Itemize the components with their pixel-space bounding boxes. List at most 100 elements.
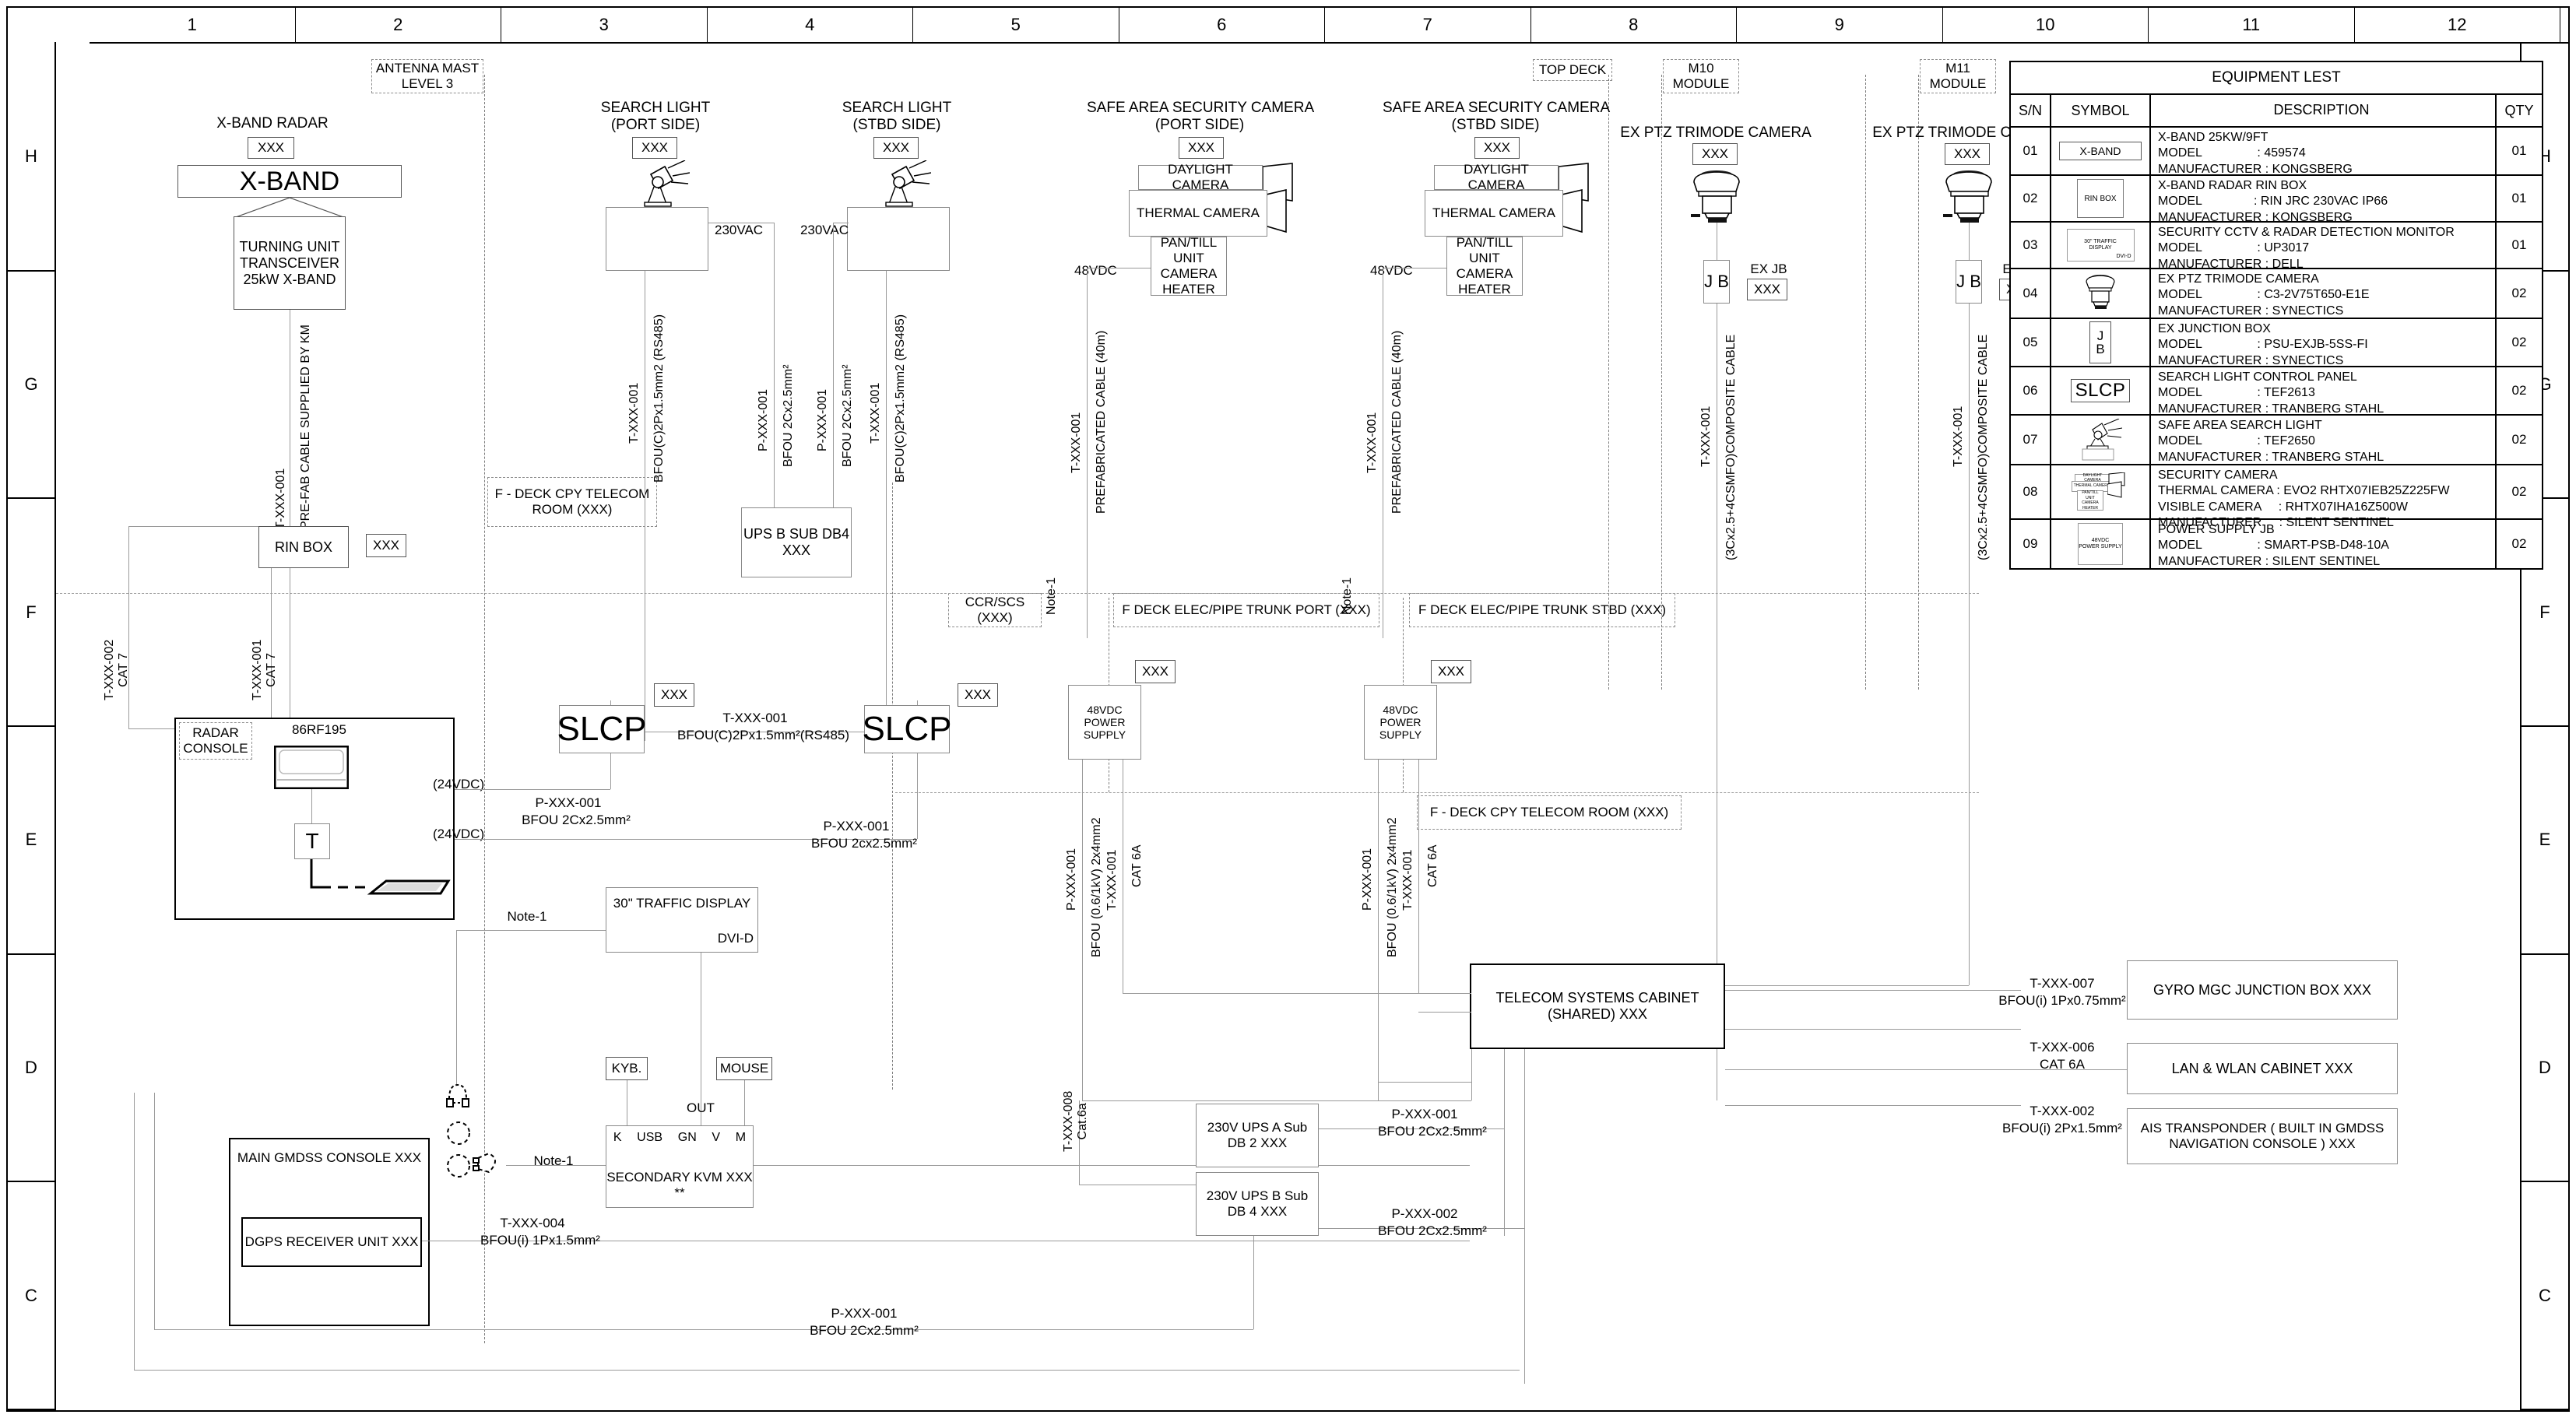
slcp-left-box[interactable]: SLCP [557,705,646,753]
search-light-stbd-tag[interactable]: XXX [873,137,919,159]
cable-t001-ptz-stbd: T-XXX-001 [1952,405,1965,467]
ptz-port-tag[interactable]: XXX [1692,143,1738,165]
kvm-port-m[interactable]: M [736,1131,746,1145]
turning-unit-box[interactable]: TURNING UNIT TRANSCEIVER 25kW X-BAND [234,216,346,310]
ups-a-box[interactable]: 230V UPS A Sub DB 2 XXX [1196,1104,1319,1167]
zone-m11-module: M11 MODULE [1920,59,1996,93]
monitor-symbol: 30" TRAFFIC DISPLAY DVI-D [2051,223,2151,268]
cable-t008: T-XXX-008 Cat.6a [1062,1090,1089,1152]
search-light-icon [644,160,690,207]
cable-bfou2x4-psu-port: BFOU (0.6/1kV) 2x4mm2 [1090,817,1103,957]
kvm-port-gn[interactable]: GN [678,1131,697,1145]
equipment-description-line: MANUFACTURER : SYNECTICS [2158,304,2344,318]
search-light-port-tag[interactable]: XXX [632,137,677,159]
cable-p001-psu-port: P-XXX-001 [1065,848,1078,911]
rin-box-tag[interactable]: XXX [366,534,406,557]
wire-cab-left-1 [1082,1100,1471,1101]
equipment-description-line: VISIBLE CAMERA : RHTX07IHA16Z500W [2158,500,2408,514]
ups-b-box[interactable]: 230V UPS B Sub DB 4 XXX [1196,1172,1319,1236]
dgps-receiver-box[interactable]: DGPS RECEIVER UNIT XXX [241,1217,422,1267]
safe-cam-stbd-tag[interactable]: XXX [1474,137,1520,159]
row-header-l-C: C [8,1182,54,1410]
ptz-stbd-tag[interactable]: XXX [1945,143,1990,165]
cable-bfou-upsa: BFOU 2Cx2.5mm² [1378,1124,1487,1139]
cable-p001-upsa: P-XXX-001 [1391,1107,1458,1121]
zone-m11-label: M11 MODULE [1929,60,1987,91]
equipment-description-line: MODEL : 459574 [2158,146,2306,160]
cable-t001-ptz-port: T-XXX-001 [1699,405,1713,467]
equipment-sn: 06 [2011,367,2051,414]
psu-stbd-box[interactable]: 48VDC POWER SUPPLY [1364,685,1437,760]
psu-stbd-tag[interactable]: XXX [1431,660,1471,683]
kyb-box[interactable]: KYB. [606,1057,648,1080]
gyro-jb-box[interactable]: GYRO MGC JUNCTION BOX XXX [2127,960,2398,1020]
psu-port-box[interactable]: 48VDC POWER SUPPLY [1068,685,1141,760]
safe-cam-port-tag[interactable]: XXX [1179,137,1224,159]
wire-sl-stbd-230-down [833,223,834,507]
search-light-symbol [2051,416,2151,464]
kvm-port-row: K USB GN V M [606,1128,754,1147]
cable-p002-upsb: P-XXX-002 [1391,1206,1458,1221]
daylight-camera-port[interactable]: DAYLIGHT CAMERA [1138,162,1263,192]
cable-rs485-sl-port: BFOU(C)2Px1.5mm2 (RS485) [652,314,666,483]
equipment-description-line: MODEL : UP3017 [2158,241,2310,255]
mouse-box[interactable]: MOUSE [716,1057,772,1080]
row-header-r-E: E [2522,727,2568,955]
keyboard-icon [310,859,451,895]
xband-radar-tag[interactable]: XXX [248,137,294,159]
thermal-camera-stbd[interactable]: THERMAL CAMERA [1425,190,1563,237]
kvm-port-k[interactable]: K [613,1131,622,1145]
zone-f-deck-trunk-stbd: F DECK ELEC/PIPE TRUNK STBD (XXX) [1409,593,1675,627]
cable-t002-ais: T-XXX-002 [2030,1104,2095,1118]
psu-port-tag[interactable]: XXX [1135,660,1176,683]
row-header-r-C: C [2522,1182,2568,1410]
search-light-stbd-body[interactable] [847,207,950,271]
equipment-row: 03 30" TRAFFIC DISPLAY DVI-D SECURITY CCTV … [2011,223,2542,271]
thermal-camera-port[interactable]: THERMAL CAMERA [1129,190,1267,237]
cable-label-t001-prefab: T-XXX-001 [274,468,287,529]
pan-till-unit-port[interactable]: PAN/TILL UNIT CAMERA HEATER [1151,235,1227,297]
equipment-qty: 01 [2511,191,2527,205]
power-supply-symbol: 48VDC POWER SUPPLY [2051,520,2151,568]
cable-t001-sl-port: T-XXX-001 [627,382,641,444]
kvm-port-usb[interactable]: USB [637,1131,662,1145]
rin-box-symbol: RIN BOX [2051,176,2151,221]
cable-label-t002-cat7: T-XXX-002 CAT 7 [103,639,130,700]
kvm-port-v[interactable]: V [712,1131,720,1145]
cable-t001-psu-port: T-XXX-001 [1105,849,1119,911]
search-light-port-body[interactable] [606,207,708,271]
equipment-description: X-BAND RADAR RIN BOX MODEL : RIN JRC 230V… [2151,176,2497,224]
radar-console-label: RADAR CONSOLE [183,725,248,756]
lan-wlan-cabinet-box[interactable]: LAN & WLAN CABINET XXX [2127,1043,2398,1094]
xband-antenna-box[interactable]: X-BAND [177,165,402,198]
cable-p001-bottom: P-XXX-001 [831,1306,898,1321]
slcp-right-tag[interactable]: XXX [958,683,998,707]
cable-t006: T-XXX-006 [2030,1040,2095,1055]
wire-cab-down-1 [1504,1049,1505,1236]
slcp-left-tag[interactable]: XXX [654,683,694,707]
equipment-description: EX JUNCTION BOX MODEL : PSU-EXJB-5SS-FI MA… [2151,319,2497,367]
zone-ccr-scs-label: CCR/SCS (XXX) [965,594,1025,625]
equipment-list-title: EQUIPMENT LEST [2011,62,2542,95]
equipment-sn: 08 [2011,465,2051,518]
column-header-1: 1 [90,8,296,42]
pan-till-unit-stbd[interactable]: PAN/TILL UNIT CAMERA HEATER [1446,235,1523,297]
radar-t-box[interactable]: T [294,823,330,859]
rin-box[interactable]: RIN BOX [258,526,349,568]
ex-jb-port-tag[interactable]: XXX [1747,279,1787,300]
cable-p001-slcp-left: P-XXX-001 [535,795,602,810]
wire-cab-lan [1725,1029,2021,1030]
telecom-cabinet-box[interactable]: TELECOM SYSTEMS CABINET (SHARED) XXX [1470,963,1725,1049]
daylight-camera-stbd[interactable]: DAYLIGHT CAMERA [1434,162,1559,192]
equipment-sn: 09 [2011,520,2051,568]
cable-p001-sl-port: P-XXX-001 [757,388,770,451]
ups-b-sub-db4-box[interactable]: UPS B SUB DB4 XXX [741,507,852,577]
search-light-stbd-title: SEARCH LIGHT (STBD SIDE) [842,100,952,134]
ex-jb-stbd-box[interactable]: J B [1956,260,1982,304]
wire-sl-port-230-down [774,223,775,507]
traffic-display-port: DVI-D [717,931,754,946]
equipment-description-line: POWER SUPPLY JB [2158,523,2275,536]
ais-transponder-box[interactable]: AIS TRANSPONDER ( BUILT IN GMDSS NAVIGAT… [2127,1108,2398,1164]
ex-jb-port-box[interactable]: J B [1703,260,1730,304]
slcp-right-box[interactable]: SLCP [863,705,951,753]
